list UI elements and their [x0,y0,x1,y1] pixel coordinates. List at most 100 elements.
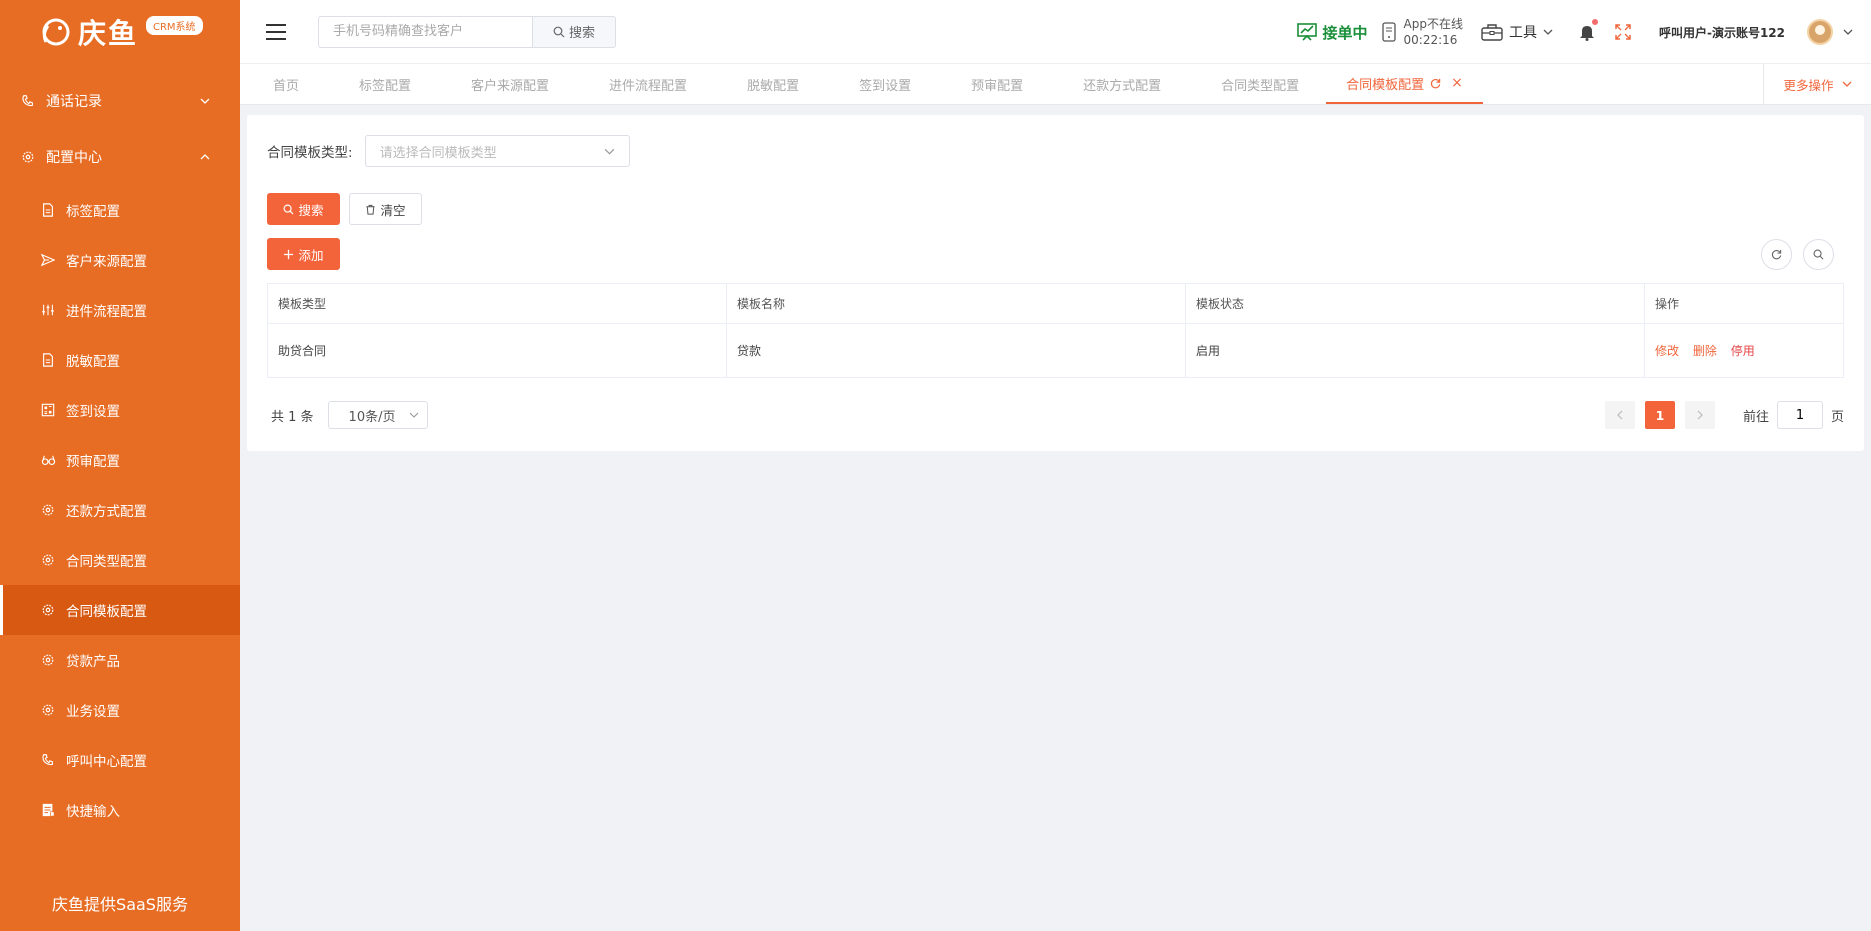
add-button[interactable]: 添加 [267,238,340,270]
column-header: 模板状态 [1185,283,1645,324]
app-timer: 00:22:16 [1403,33,1458,47]
top-header: 搜索 接单中 App不在线 00:22:16 工具 呼叫用户-演示账号122 [240,0,1871,64]
sidebar-item-4[interactable]: 签到设置 [0,385,240,435]
cell-template-type: 助贷合同 [267,323,727,378]
chevron-down-icon [1842,81,1851,87]
phone-icon [20,93,36,109]
edit-link[interactable]: 修改 [1655,344,1679,358]
fullscreen-icon[interactable] [1615,24,1631,40]
sliders-icon [40,302,56,318]
tab-0[interactable]: 首页 [240,64,326,104]
gear-icon [40,602,56,618]
page-number-button[interactable]: 1 [1644,401,1675,429]
gear-icon [40,502,56,518]
more-operations-dropdown[interactable]: 更多操作 [1763,64,1871,104]
sidebar-item-2[interactable]: 进件流程配置 [0,285,240,335]
tab-1[interactable]: 标签配置 [326,64,438,104]
tab-4[interactable]: 脱敏配置 [714,64,826,104]
disable-link[interactable]: 停用 [1731,344,1755,358]
notification-bell-icon[interactable] [1579,19,1598,41]
chevron-up-icon [200,154,210,160]
plus-icon [284,249,294,259]
brand-badge: CRM系统 [146,16,203,35]
column-header: 模板类型 [267,283,727,324]
sidebar-item-label: 业务设置 [66,704,120,720]
chevron-down-icon [200,98,210,104]
tab-3[interactable]: 进件流程配置 [576,64,714,104]
sidebar-item-5[interactable]: 预审配置 [0,435,240,485]
column-header: 操作 [1644,283,1844,324]
document-icon [40,352,56,368]
sidebar-item-10[interactable]: 业务设置 [0,685,240,735]
sidebar-group-config-center[interactable]: 配置中心 [0,129,240,185]
next-page-button[interactable] [1684,401,1715,429]
sidebar-item-1[interactable]: 客户来源配置 [0,235,240,285]
template-table: 模板类型 模板名称 模板状态 操作 助贷合同 贷款 启用 修改 删除 停用 [267,283,1844,378]
sidebar-item-6[interactable]: 还款方式配置 [0,485,240,535]
chevron-right-icon [1697,410,1703,420]
phone-icon [40,752,56,768]
glasses-icon [40,452,56,468]
sidebar-item-label: 呼叫中心配置 [66,754,147,770]
sidebar-group-label: 配置中心 [46,150,102,166]
sidebar-item-3[interactable]: 脱敏配置 [0,335,240,385]
avatar[interactable] [1807,19,1833,45]
accept-status[interactable]: 接单中 [1296,22,1368,43]
tab-7[interactable]: 还款方式配置 [1050,64,1188,104]
template-type-select[interactable]: 请选择合同模板类型 [364,135,630,167]
user-name[interactable]: 呼叫用户-演示账号122 [1659,24,1785,41]
toolbox-icon [1481,24,1503,41]
app-status: App不在线 00:22:16 [1381,16,1463,48]
prev-page-button[interactable] [1604,401,1635,429]
sidebar-group-call-records[interactable]: 通话记录 [0,73,240,129]
sidebar-item-0[interactable]: 标签配置 [0,185,240,235]
sidebar-item-label: 预审配置 [66,454,120,470]
mobile-icon [1381,22,1396,42]
close-icon[interactable]: × [1451,75,1463,91]
chevron-down-icon[interactable] [1843,27,1853,37]
form-icon [40,802,56,818]
content-card: 合同模板类型: 请选择合同模板类型 搜索 清空 添加 模板类型 模板名称 模板状… [247,115,1864,451]
app-status-text: App不在线 [1403,17,1463,31]
chevron-down-icon [409,412,418,418]
sidebar-item-label: 标签配置 [66,204,120,220]
gear-icon [20,149,36,165]
pagination: 1 前往 页 [1604,401,1844,429]
sidebar-item-7[interactable]: 合同类型配置 [0,535,240,585]
tab-6[interactable]: 预审配置 [938,64,1050,104]
sidebar-item-label: 贷款产品 [66,654,120,670]
tab-2[interactable]: 客户来源配置 [438,64,576,104]
notification-dot [1591,19,1598,25]
tab-5[interactable]: 签到设置 [826,64,938,104]
sidebar: 庆鱼 CRM系统 通话记录 配置中心 标签配置 客户来源配置 进件流程配置 脱敏配置签… [0,0,240,931]
sidebar-item-11[interactable]: 呼叫中心配置 [0,735,240,785]
delete-link[interactable]: 删除 [1693,344,1717,358]
gear-icon [40,652,56,668]
search-icon [1813,249,1824,260]
sidebar-item-12[interactable]: 快捷输入 [0,785,240,835]
tab-8[interactable]: 合同类型配置 [1188,64,1326,104]
tab-bar: 首页 标签配置 客户来源配置 进件流程配置 脱敏配置 签到设置 预审配置 还款方式配置 合同类型… [240,64,1871,105]
gear-icon [40,552,56,568]
page-size-select[interactable]: 10条/页 [327,401,428,429]
gear-icon [40,702,56,718]
pagination-total: 共 1 条 10条/页 [271,401,428,429]
tools-menu[interactable]: 工具 [1481,22,1559,42]
sidebar-item-9[interactable]: 贷款产品 [0,635,240,685]
goto-page-input[interactable] [1776,401,1823,429]
table-search-toggle-button[interactable] [1803,239,1834,270]
column-header: 模板名称 [726,283,1186,324]
menu-toggle-icon[interactable] [266,23,286,40]
search-button[interactable]: 搜索 [267,193,340,225]
sidebar-footer: 庆鱼提供SaaS服务 [52,895,188,914]
sidebar-item-8[interactable]: 合同模板配置 [0,585,240,635]
total-count: 共 1 条 [271,409,314,425]
goto-suffix: 页 [1830,409,1844,425]
clear-button[interactable]: 清空 [349,193,422,225]
refresh-icon[interactable] [1430,78,1441,89]
search-input[interactable] [318,15,532,48]
search-button[interactable]: 搜索 [532,15,616,48]
tab-contract-template-config[interactable]: 合同模板配置 × [1326,64,1483,104]
table-refresh-button[interactable] [1761,239,1792,270]
chevron-down-icon [1543,29,1553,35]
